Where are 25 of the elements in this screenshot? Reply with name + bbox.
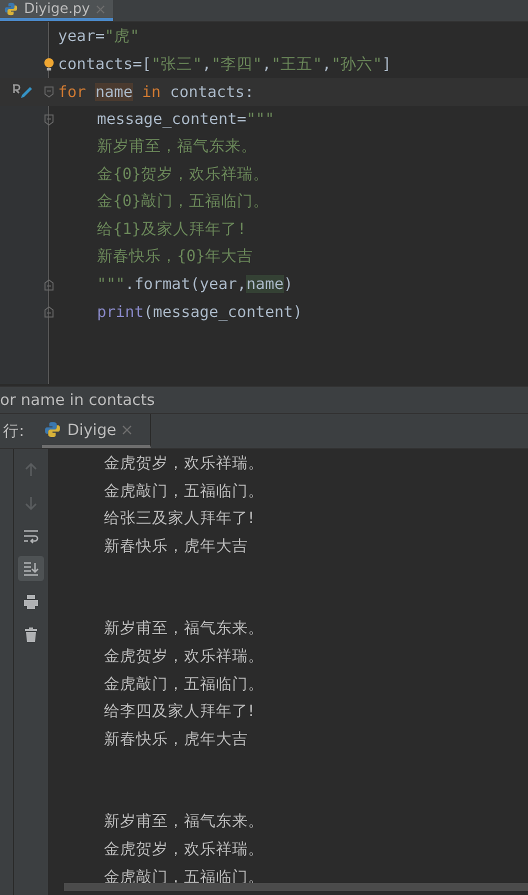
- console-line: 给张三及家人拜年了!: [104, 509, 254, 528]
- code-line: for name in contacts:: [58, 82, 254, 101]
- code-line: """.format(year,name): [97, 275, 293, 294]
- console-line: 新岁甫至，福气东来。: [104, 619, 264, 638]
- console-line: 金虎敲门，五福临门。: [104, 482, 264, 500]
- file-tab[interactable]: Diyige.py: [0, 0, 113, 21]
- console-line: 金虎贺岁，欢乐祥瑞。: [104, 646, 264, 665]
- console-line: 新春快乐，虎年大吉: [104, 730, 248, 748]
- console-line: 给李四及家人拜年了!: [104, 702, 254, 720]
- code-line: 新岁甫至，福气东来。: [97, 137, 257, 156]
- run-label: 行:: [3, 420, 24, 442]
- console-line: 金虎敲门，五福临门。: [104, 674, 264, 693]
- console-line: 金虎贺岁，欢乐祥瑞。: [104, 454, 264, 472]
- code-line: year="虎": [58, 27, 140, 46]
- console-line: 新春快乐，虎年大吉: [104, 536, 248, 555]
- code-line: 给{1}及家人拜年了!: [97, 220, 246, 238]
- code-line: 新春快乐，{0}年大吉: [97, 247, 253, 266]
- console-line: 新岁甫至，福气东来。: [104, 812, 264, 830]
- code-line: message_content=""": [97, 110, 274, 128]
- console-line: 金虎贺岁，欢乐祥瑞。: [104, 840, 264, 858]
- code-line: contacts=["张三","李四","王五","孙六"]: [58, 54, 392, 73]
- code-line: print(message_content): [97, 302, 302, 321]
- code-line: 金{0}敲门，五福临门。: [97, 192, 269, 210]
- breadcrumb[interactable]: or name in contacts: [0, 391, 155, 409]
- code-line: 金{0}贺岁，欢乐祥瑞。: [97, 164, 269, 183]
